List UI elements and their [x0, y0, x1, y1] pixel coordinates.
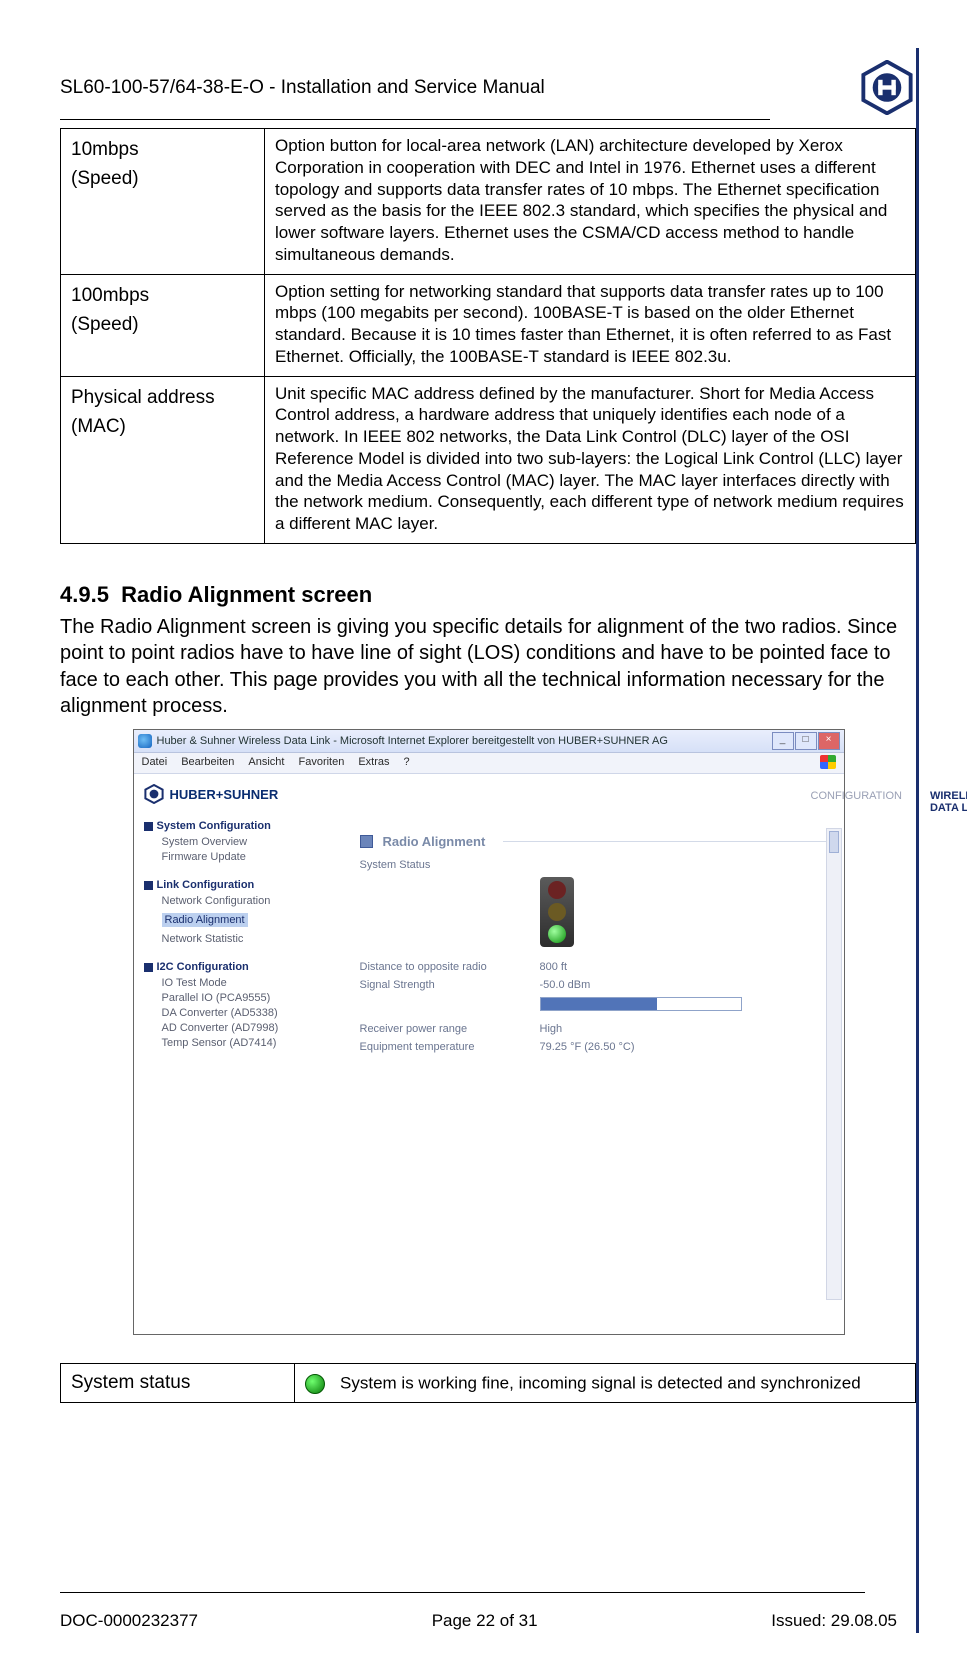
status-desc: System is working fine, incoming signal …: [340, 1374, 861, 1393]
term-desc: Option setting for networking standard t…: [265, 274, 916, 376]
definitions-table: 10mbps (Speed) Option button for local-a…: [60, 128, 916, 544]
nav-item[interactable]: Temp Sensor (AD7414): [162, 1037, 330, 1049]
term-line: (Speed): [71, 164, 256, 193]
footer-doc-number: DOC-0000232377: [60, 1611, 198, 1631]
right-page-rule: [916, 48, 919, 1633]
section-body: The Radio Alignment screen is giving you…: [60, 614, 910, 720]
status-term: System status: [61, 1364, 295, 1403]
close-button[interactable]: ×: [818, 732, 840, 750]
panel-heading: Radio Alignment: [360, 834, 834, 849]
header-rule: [60, 119, 770, 120]
label-signal-strength: Signal Strength: [360, 979, 540, 991]
nav-item[interactable]: Network Statistic: [162, 933, 330, 945]
panel-title: Radio Alignment: [383, 834, 486, 849]
value-distance: 800 ft: [540, 961, 568, 973]
maximize-button[interactable]: □: [795, 732, 817, 750]
value-signal-strength: -50.0 dBm: [540, 979, 591, 991]
footer-page-number: Page 22 of 31: [432, 1611, 538, 1631]
value-equipment-temp: 79.25 °F (26.50 °C): [540, 1041, 635, 1053]
nav-group-title[interactable]: Link Configuration: [144, 879, 330, 891]
doc-header-title: SL60-100-57/64-38-E-O - Installation and…: [60, 77, 545, 99]
label-distance: Distance to opposite radio: [360, 961, 540, 973]
nav-item[interactable]: DA Converter (AD5338): [162, 1007, 330, 1019]
menu-item[interactable]: Bearbeiten: [181, 756, 234, 768]
window-titlebar: Huber & Suhner Wireless Data Link - Micr…: [134, 730, 844, 753]
menu-bar: Datei Bearbeiten Ansicht Favoriten Extra…: [134, 753, 844, 774]
windows-flag-icon: [820, 755, 836, 769]
nav-group-title[interactable]: System Configuration: [144, 820, 330, 832]
menu-item[interactable]: Favoriten: [298, 756, 344, 768]
brand-block: HUBER+SUHNER: [144, 784, 330, 804]
collapse-icon: [144, 963, 153, 972]
status-desc-cell: System is working fine, incoming signal …: [295, 1364, 916, 1403]
term-desc: Option button for local-area network (LA…: [265, 129, 916, 275]
red-lamp-icon: [548, 881, 566, 899]
collapse-icon: [144, 822, 153, 831]
menu-item[interactable]: Datei: [142, 756, 168, 768]
table-row: Physical address (MAC) Unit specific MAC…: [61, 376, 916, 543]
section-number: 4.9.5: [60, 582, 109, 607]
value-receiver-range: High: [540, 1023, 563, 1035]
nav-group-title[interactable]: I2C Configuration: [144, 961, 330, 973]
tab-wireless-data-link[interactable]: WIRELESS DATA LINK: [930, 790, 967, 814]
footer-rule: [60, 1592, 865, 1593]
embedded-screenshot: Huber & Suhner Wireless Data Link - Micr…: [133, 729, 845, 1335]
collapse-icon: [144, 881, 153, 890]
nav-item-selected[interactable]: Radio Alignment: [162, 913, 248, 927]
top-tabs: CONFIGURATION WIRELESS DATA LINK: [811, 790, 967, 814]
nav-item[interactable]: System Overview: [162, 836, 330, 848]
nav-group-label: I2C Configuration: [157, 961, 249, 973]
page-footer: DOC-0000232377 Page 22 of 31 Issued: 29.…: [60, 1611, 897, 1631]
menu-item[interactable]: Ansicht: [248, 756, 284, 768]
term-line: 10mbps: [71, 135, 256, 164]
minimize-button[interactable]: _: [772, 732, 794, 750]
term-line: Physical address (MAC): [71, 383, 256, 442]
table-row: 100mbps (Speed) Option setting for netwo…: [61, 274, 916, 376]
section-title: Radio Alignment screen: [121, 582, 372, 607]
term-desc: Unit specific MAC address defined by the…: [265, 376, 916, 543]
status-green-dot-icon: [305, 1374, 325, 1394]
label-system-status: System Status: [360, 859, 540, 871]
ie-icon: [138, 734, 152, 748]
nav-item[interactable]: Parallel IO (PCA9555): [162, 992, 330, 1004]
label-equipment-temp: Equipment temperature: [360, 1041, 540, 1053]
nav-item[interactable]: Network Configuration: [162, 895, 330, 907]
menu-item[interactable]: Extras: [358, 756, 389, 768]
brand-logo-icon: [857, 60, 917, 115]
nav-item[interactable]: Firmware Update: [162, 851, 330, 863]
status-table: System status System is working fine, in…: [60, 1363, 916, 1403]
label-receiver-range: Receiver power range: [360, 1023, 540, 1035]
window-title: Huber & Suhner Wireless Data Link - Micr…: [157, 735, 772, 747]
nav-item[interactable]: IO Test Mode: [162, 977, 330, 989]
nav-item[interactable]: AD Converter (AD7998): [162, 1022, 330, 1034]
table-row: System status System is working fine, in…: [61, 1364, 916, 1403]
yellow-lamp-icon: [548, 903, 566, 921]
panel-bullet-icon: [360, 835, 373, 848]
tab-configuration[interactable]: CONFIGURATION: [811, 790, 902, 814]
green-lamp-icon: [548, 925, 566, 943]
brand-text: HUBER+SUHNER: [170, 787, 279, 802]
menu-item[interactable]: ?: [404, 756, 410, 768]
signal-strength-bar: [540, 997, 742, 1011]
traffic-light-icon: [540, 877, 574, 947]
term-line: 100mbps: [71, 281, 256, 310]
table-row: 10mbps (Speed) Option button for local-a…: [61, 129, 916, 275]
nav-group-label: System Configuration: [157, 820, 271, 832]
scrollbar[interactable]: [826, 828, 842, 1300]
term-line: (Speed): [71, 310, 256, 339]
nav-group-label: Link Configuration: [157, 879, 255, 891]
footer-issued-date: Issued: 29.08.05: [771, 1611, 897, 1631]
section-heading: 4.9.5 Radio Alignment screen: [60, 582, 917, 608]
